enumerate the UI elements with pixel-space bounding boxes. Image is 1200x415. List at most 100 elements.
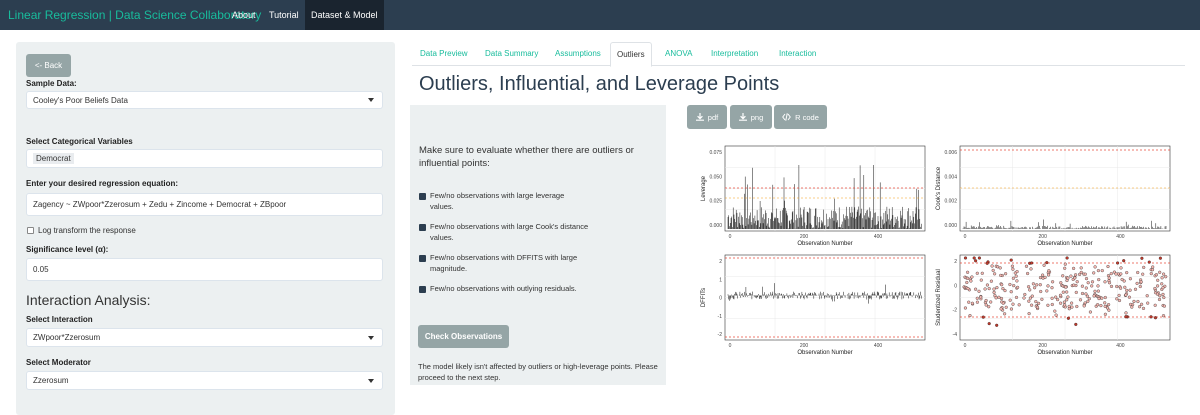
resid-xtick: 200: [1039, 343, 1048, 349]
interaction-label: Select Interaction: [26, 315, 93, 324]
resid-xtick: 400: [1116, 343, 1125, 349]
nav-about[interactable]: About: [226, 0, 262, 30]
resid-ylabel: Studentized Residual: [936, 269, 942, 326]
r-code-button[interactable]: R code: [774, 105, 827, 129]
diagnostic-plots: 0.0750.0500.0250.0000 200 400Observation N…: [690, 140, 1185, 355]
moderator-select[interactable]: Zzerosum: [26, 371, 383, 390]
log-transform-checkbox[interactable]: [27, 227, 34, 234]
chevron-down-icon: [368, 335, 374, 340]
cooks-xtick: 200: [1039, 234, 1048, 240]
check-dffits-label: Few/no observations with DFFITS with lar…: [430, 253, 578, 274]
leverage-ytick: 0.050: [709, 174, 722, 180]
result-message: The model likely isn't affected by outli…: [418, 362, 658, 382]
leverage-ylabel: Leverage: [701, 175, 707, 201]
back-button[interactable]: <- Back: [26, 54, 71, 77]
cooks-ytick: 0.002: [944, 199, 957, 205]
leverage-ytick: 0.000: [709, 223, 722, 229]
sidebar-panel: <- Back Sample Data: Cooley's Poor Belie…: [16, 42, 395, 415]
check-leverage-label: Few/no observations with large leverage …: [430, 191, 565, 212]
dffits-ytick: 0: [719, 296, 722, 302]
download-icon: [738, 113, 747, 121]
resid-ytick: 0: [954, 283, 957, 289]
dffits-ytick: 1: [719, 277, 722, 283]
check-cooks-label: Few/no observations with large Cook's di…: [430, 222, 589, 243]
dffits-xtick: 400: [874, 343, 883, 349]
interaction-heading: Interaction Analysis:: [26, 292, 151, 308]
download-png-button[interactable]: png: [730, 105, 772, 129]
tab-interpretation[interactable]: Interpretation: [705, 42, 764, 66]
check-residuals-label: Few/no observations with outlying residu…: [430, 284, 577, 293]
interaction-select[interactable]: ZWpoor*Zzerosum: [26, 328, 383, 347]
cooks-ylabel: Cook's Distance: [936, 166, 942, 210]
significance-value: 0.05: [33, 265, 49, 274]
page-title: Outliers, Influential, and Leverage Poin…: [419, 73, 780, 95]
cooks-ytick: 0.000: [944, 223, 957, 229]
dffits-xtick: 200: [800, 343, 809, 349]
dffits-plot: 2 1 0 -1 -2 0 200 400 Observation Number DFFITs: [701, 254, 926, 355]
download-png-label: png: [750, 112, 764, 122]
nav-dataset-model[interactable]: Dataset & Model: [305, 0, 384, 30]
leverage-xlabel: Observation Number: [797, 241, 852, 247]
cooks-xtick: 400: [1116, 234, 1125, 240]
resid-ytick: 2: [954, 259, 957, 265]
leverage-xtick: 400: [874, 234, 883, 240]
leverage-xtick: 0: [729, 234, 732, 240]
instruction-text: Make sure to evaluate whether there are …: [419, 145, 634, 169]
tab-data-preview[interactable]: Data Preview: [414, 42, 474, 66]
download-pdf-label: pdf: [707, 112, 719, 122]
log-transform-label: Log transform the response: [38, 226, 136, 235]
moderator-label: Select Moderator: [26, 358, 91, 367]
dffits-ytick: -2: [718, 332, 723, 338]
navbar: Linear Regression | Data Science Collabo…: [0, 0, 1200, 30]
app-brand[interactable]: Linear Regression | Data Science Collabo…: [8, 0, 261, 30]
categorical-tag[interactable]: Democrat: [33, 153, 74, 164]
chevron-down-icon: [368, 378, 374, 383]
tab-interaction[interactable]: Interaction: [773, 42, 822, 66]
dffits-xtick: 0: [729, 343, 732, 349]
code-icon: [782, 113, 791, 121]
dffits-ytick: -1: [718, 314, 723, 320]
download-pdf-button[interactable]: pdf: [687, 105, 727, 129]
dffits-ytick: 2: [719, 259, 722, 265]
sample-data-label: Sample Data:: [26, 79, 77, 88]
equation-input[interactable]: Zagency ~ ZWpoor*Zzerosum + Zedu + Zinco…: [26, 193, 383, 216]
checklist-panel: Make sure to evaluate whether there are …: [410, 105, 666, 385]
equation-label: Enter your desired regression equation:: [26, 179, 179, 188]
resid-plot: 2 0 -2 -4 0 200 400 Observation Number Studentiz…: [936, 254, 1171, 355]
categorical-label: Select Categorical Variables: [26, 137, 133, 146]
leverage-ytick: 0.075: [709, 150, 722, 156]
leverage-ytick: 0.025: [709, 199, 722, 205]
check-leverage[interactable]: [419, 193, 426, 200]
tab-bar: Data Preview Data Summary Assumptions Ou…: [412, 42, 1185, 67]
tab-outliers[interactable]: Outliers: [610, 42, 652, 67]
sample-data-select[interactable]: Cooley's Poor Beliefs Data: [26, 91, 383, 109]
resid-ytick: -4: [953, 332, 958, 338]
check-residuals[interactable]: [419, 286, 426, 293]
resid-ytick: -2: [953, 308, 958, 314]
dffits-xlabel: Observation Number: [797, 350, 852, 355]
nav-tutorial[interactable]: Tutorial: [263, 0, 305, 30]
leverage-xtick: 200: [800, 234, 809, 240]
check-dffits[interactable]: [419, 255, 426, 262]
tab-assumptions[interactable]: Assumptions: [549, 42, 607, 66]
significance-label: Significance level (α):: [26, 245, 109, 254]
resid-xlabel: Observation Number: [1037, 350, 1092, 355]
significance-input[interactable]: 0.05: [26, 258, 383, 281]
r-code-label: R code: [795, 112, 819, 122]
download-icon: [695, 113, 704, 121]
sample-data-value: Cooley's Poor Beliefs Data: [33, 95, 128, 105]
check-cooks[interactable]: [419, 224, 426, 231]
cooks-ytick: 0.004: [944, 174, 957, 180]
equation-value: Zagency ~ ZWpoor*Zzerosum + Zedu + Zinco…: [33, 200, 287, 209]
resid-xtick: 0: [964, 343, 967, 349]
cooks-xtick: 0: [964, 234, 967, 240]
categorical-select[interactable]: Democrat: [26, 149, 383, 168]
cooks-ytick: 0.006: [944, 150, 957, 156]
tab-anova[interactable]: ANOVA: [659, 42, 698, 66]
tab-data-summary[interactable]: Data Summary: [479, 42, 544, 66]
interaction-value: ZWpoor*Zzerosum: [33, 333, 101, 342]
cooks-xlabel: Observation Number: [1037, 241, 1092, 247]
moderator-value: Zzerosum: [33, 376, 69, 385]
check-observations-button[interactable]: Check Observations: [418, 325, 509, 348]
chevron-down-icon: [368, 98, 374, 102]
